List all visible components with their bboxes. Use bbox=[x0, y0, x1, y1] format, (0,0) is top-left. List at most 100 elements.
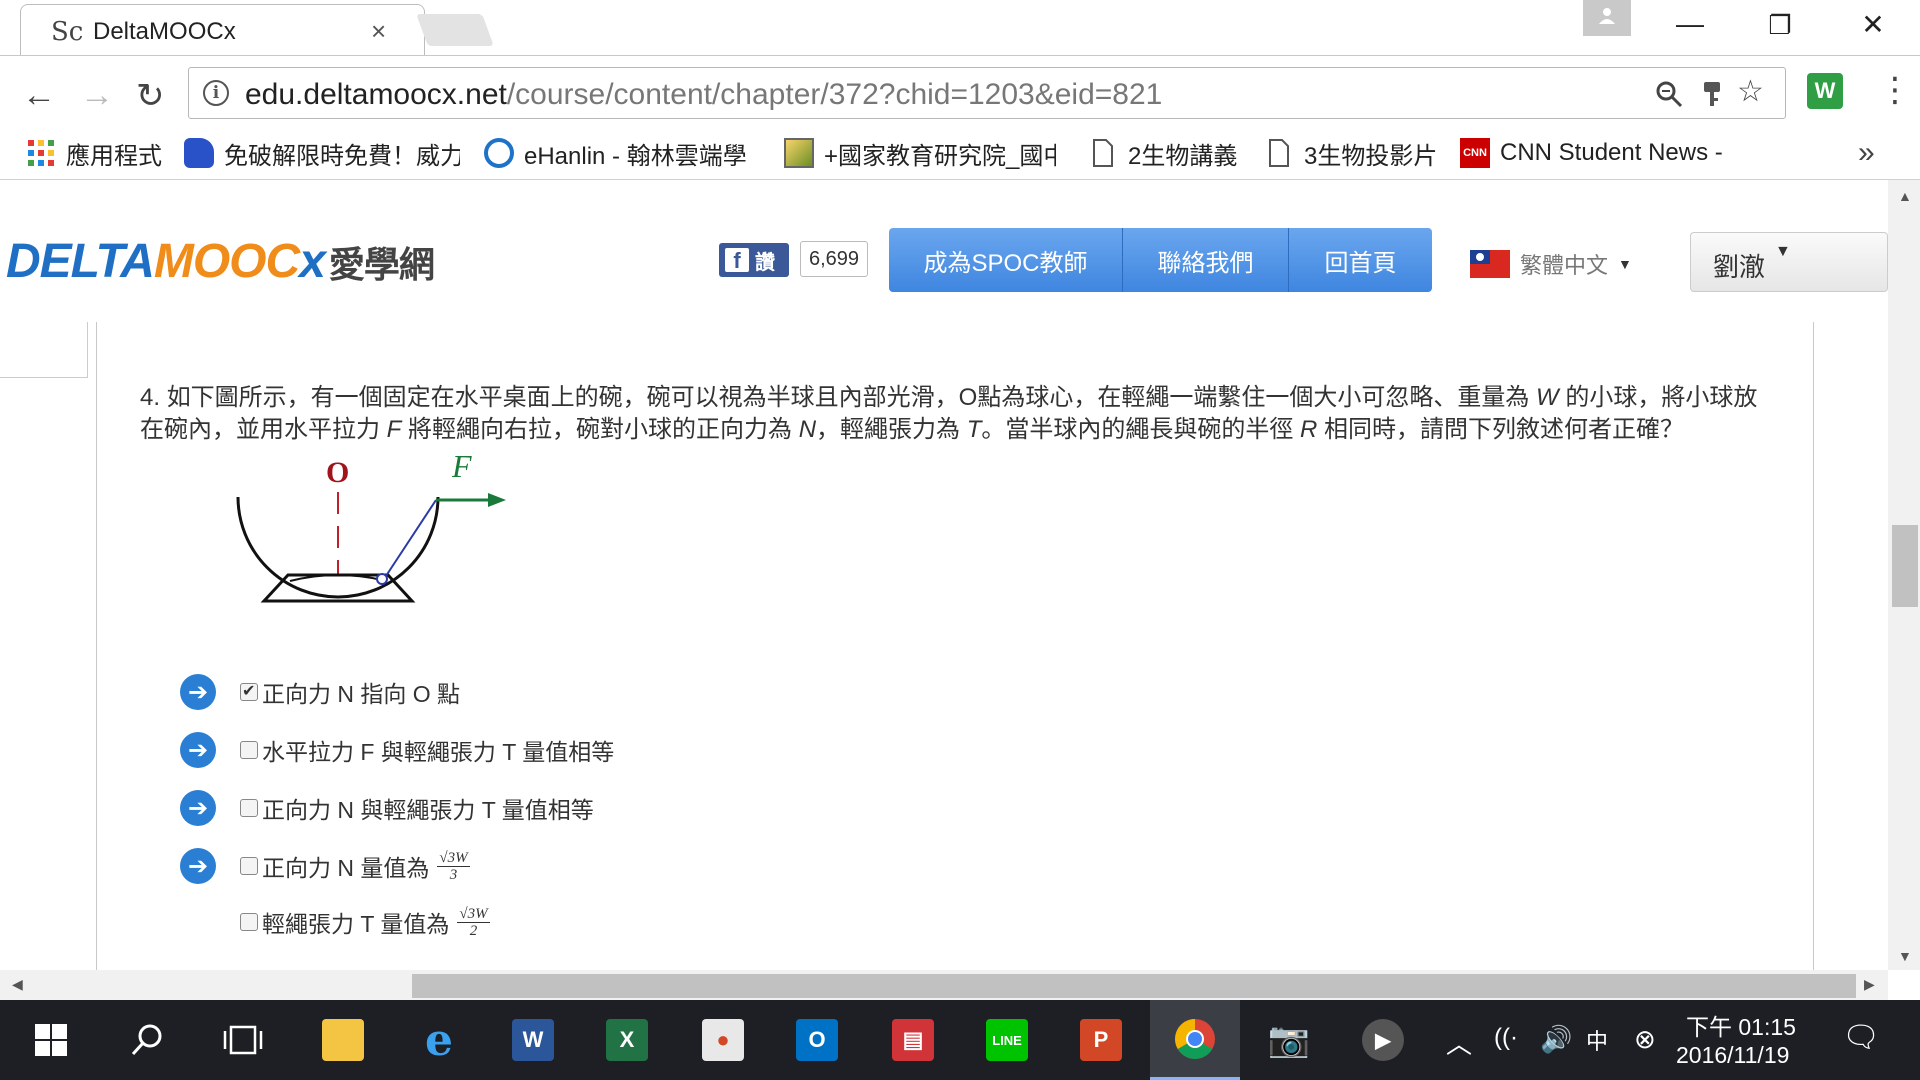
option-text: 正向力 N 量值為 bbox=[262, 855, 430, 881]
camera-app[interactable]: 📷 bbox=[1244, 1000, 1334, 1080]
forward-button[interactable]: → bbox=[80, 76, 114, 115]
start-button[interactable] bbox=[6, 1000, 96, 1080]
extension-icon[interactable]: W bbox=[1807, 73, 1843, 109]
news-app[interactable]: ▤ bbox=[868, 1000, 958, 1080]
nav-home[interactable]: 回首頁 bbox=[1289, 228, 1432, 292]
vertical-scroll-thumb[interactable] bbox=[1892, 525, 1918, 607]
bookmark-item[interactable]: CNN CNN Student News - bbox=[1460, 135, 1740, 171]
clock-time[interactable]: 下午 01:15 bbox=[1686, 1008, 1796, 1042]
cnn-icon: CNN bbox=[1460, 138, 1490, 168]
user-menu-button[interactable]: 劉澈 ▼ bbox=[1690, 232, 1888, 292]
fraction-denominator: 3 bbox=[449, 866, 458, 883]
site-info-icon[interactable]: i bbox=[203, 80, 229, 106]
address-bar[interactable]: i edu.deltamoocx.net/course/content/chap… bbox=[188, 67, 1786, 119]
arrow-right-icon: ➔ bbox=[180, 790, 216, 826]
option-checkbox[interactable] bbox=[240, 741, 258, 759]
chrome-menu-icon[interactable]: ⋮ bbox=[1878, 70, 1912, 110]
windows-taskbar: e W X ● O ▤ LINE P 📷 ▶ ︿ ((· 🔊 中 ⊗ 下午 01… bbox=[0, 1000, 1920, 1080]
apps-grid-icon bbox=[28, 140, 54, 166]
ehanlin-icon bbox=[484, 138, 514, 168]
language-selector[interactable]: 繁體中文 ▼ bbox=[1470, 248, 1632, 280]
answer-option[interactable]: ➔ 水平拉力 F 與輕繩張力 T 量值相等 bbox=[180, 730, 614, 770]
option-checkbox[interactable] bbox=[240, 681, 258, 701]
answer-option[interactable]: ➔ 正向力 N 量值為 √3W 3 bbox=[180, 846, 470, 886]
horizontal-scroll-thumb[interactable] bbox=[412, 974, 1856, 998]
bookmark-label: 2生物講義 bbox=[1128, 142, 1238, 170]
option-checkbox[interactable] bbox=[240, 913, 258, 931]
powerpoint-app[interactable]: P bbox=[1056, 1000, 1146, 1080]
scroll-left-icon[interactable]: ◀ bbox=[12, 976, 23, 993]
logo-mooc: MOOC bbox=[153, 235, 300, 288]
logo-x: x bbox=[299, 235, 326, 288]
bookmark-item[interactable]: 3生物投影片 bbox=[1264, 135, 1444, 171]
nav-contact-us[interactable]: 聯絡我們 bbox=[1123, 228, 1289, 292]
word-icon: W bbox=[512, 1019, 554, 1061]
arrow-right-icon: ➔ bbox=[180, 848, 216, 884]
close-window-button[interactable]: ✕ bbox=[1848, 8, 1898, 41]
more-bookmarks-icon[interactable]: » bbox=[1858, 136, 1875, 170]
browser-tab[interactable]: Sc DeltaMOOCx × bbox=[20, 4, 425, 56]
scroll-up-icon[interactable]: ▲ bbox=[1898, 188, 1912, 204]
clear-icon[interactable]: ⊗ bbox=[1634, 1024, 1656, 1055]
input-method-icon[interactable]: 中 bbox=[1586, 1024, 1608, 1056]
zoom-icon[interactable] bbox=[1655, 80, 1683, 108]
key-icon[interactable] bbox=[1701, 80, 1723, 108]
bookmark-item[interactable]: eHanlin - 翰林雲端學 bbox=[484, 135, 758, 171]
internet-explorer-app[interactable]: e bbox=[394, 1000, 484, 1080]
outlook-app[interactable]: O bbox=[772, 1000, 862, 1080]
media-player-app[interactable]: ▶ bbox=[1338, 1000, 1428, 1080]
clock-date[interactable]: 2016/11/19 bbox=[1676, 1042, 1789, 1069]
answer-option[interactable]: ➔ 正向力 N 指向 O 點 bbox=[180, 672, 460, 712]
user-name: 劉澈 bbox=[1713, 252, 1766, 282]
bookmark-label: 免破解限時免費！威力 bbox=[224, 142, 460, 170]
action-center-icon[interactable]: 🗨 bbox=[1842, 1020, 1880, 1055]
url-path: /course/content/chapter/372?chid=1203&ei… bbox=[506, 78, 1163, 111]
horizontal-scrollbar[interactable]: ◀ ▶ bbox=[0, 970, 1888, 1000]
reload-button[interactable]: ↻ bbox=[136, 76, 165, 116]
tab-close-icon[interactable]: × bbox=[371, 16, 386, 47]
answer-option[interactable]: ➔ 正向力 N 與輕繩張力 T 量值相等 bbox=[180, 788, 594, 828]
bookmark-item[interactable]: +國家教育研究院_國中 bbox=[784, 135, 1056, 171]
restore-button[interactable]: ❐ bbox=[1755, 10, 1805, 41]
arrow-right-icon: ➔ bbox=[180, 732, 216, 768]
bookmark-item[interactable]: 免破解限時免費！威力 bbox=[184, 135, 460, 171]
scroll-down-icon[interactable]: ▼ bbox=[1898, 948, 1912, 964]
show-hidden-icons-icon[interactable]: ︿ bbox=[1446, 1024, 1472, 1061]
excel-app[interactable]: X bbox=[582, 1000, 672, 1080]
volume-icon[interactable]: 🔊 bbox=[1540, 1024, 1572, 1055]
facebook-icon: f bbox=[725, 248, 749, 273]
excel-icon: X bbox=[606, 1019, 648, 1061]
new-tab-button[interactable] bbox=[416, 14, 494, 46]
like-count: 6,699 bbox=[800, 241, 868, 277]
bookmark-star-icon[interactable]: ☆ bbox=[1737, 74, 1764, 109]
taiwan-flag-icon bbox=[1470, 250, 1510, 278]
wifi-icon[interactable]: ((· bbox=[1494, 1024, 1518, 1052]
option-checkbox[interactable] bbox=[240, 799, 258, 817]
chrome-app[interactable] bbox=[1150, 1000, 1240, 1080]
back-button[interactable]: ← bbox=[22, 76, 56, 115]
site-header: DELTAMOOCx 愛學網 f讚 6,699 成為SPOC教師 聯絡我們 回首頁… bbox=[0, 180, 1888, 320]
option-checkbox[interactable] bbox=[240, 857, 258, 875]
url-text: edu.deltamoocx.net/course/content/chapte… bbox=[245, 78, 1162, 112]
image-icon bbox=[784, 138, 814, 168]
vertical-scrollbar[interactable]: ▲ ▼ bbox=[1888, 180, 1920, 970]
file-explorer-app[interactable] bbox=[298, 1000, 388, 1080]
answer-option[interactable]: ➔ 輕繩張力 T 量值為 √3W2 bbox=[180, 902, 490, 942]
word-app[interactable]: W bbox=[488, 1000, 578, 1080]
news-icon: ▤ bbox=[892, 1019, 934, 1061]
nav-become-spoc-teacher[interactable]: 成為SPOC教師 bbox=[889, 228, 1123, 292]
facebook-like-button[interactable]: f讚 bbox=[719, 243, 789, 277]
bookmark-apps[interactable]: 應用程式 bbox=[26, 135, 166, 171]
line-icon: LINE bbox=[986, 1019, 1028, 1061]
page-viewport: DELTAMOOCx 愛學網 f讚 6,699 成為SPOC教師 聯絡我們 回首頁… bbox=[0, 180, 1888, 970]
task-view-button[interactable] bbox=[198, 1000, 288, 1080]
search-button[interactable] bbox=[102, 1000, 192, 1080]
bookmark-label: 應用程式 bbox=[66, 142, 162, 170]
scroll-right-icon[interactable]: ▶ bbox=[1864, 976, 1875, 993]
bookmark-item[interactable]: 2生物講義 bbox=[1088, 135, 1248, 171]
site-logo[interactable]: DELTAMOOCx 愛學網 bbox=[6, 234, 435, 289]
photos-app[interactable]: ● bbox=[678, 1000, 768, 1080]
line-app[interactable]: LINE bbox=[962, 1000, 1052, 1080]
arrow-right-icon: ➔ bbox=[180, 674, 216, 710]
minimize-button[interactable]: — bbox=[1665, 8, 1715, 40]
